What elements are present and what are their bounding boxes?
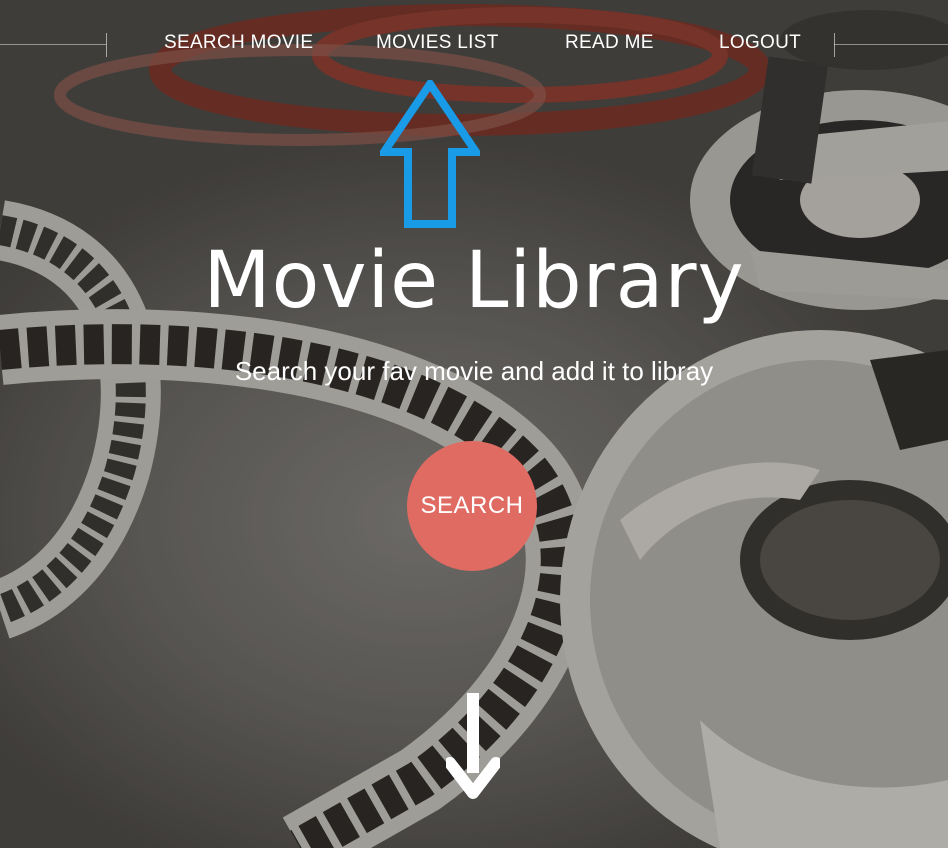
nav-item-search-movie[interactable]: SEARCH MOVIE (164, 32, 313, 54)
nav-divider-right (834, 44, 948, 45)
page-title: Movie Library (203, 236, 745, 326)
up-arrow-icon (380, 80, 480, 228)
search-button[interactable]: SEARCH (407, 441, 537, 571)
nav-divider-tick-right (834, 33, 835, 57)
page-subtitle: Search your fav movie and add it to libr… (234, 356, 714, 386)
down-arrow-icon[interactable] (446, 693, 500, 801)
nav-item-read-me[interactable]: READ ME (565, 32, 654, 54)
hero-section: SEARCH MOVIE MOVIES LIST READ ME LOGOUT … (0, 0, 948, 848)
nav-divider-tick-left (106, 33, 107, 57)
top-navigation: SEARCH MOVIE MOVIES LIST READ ME LOGOUT (0, 0, 948, 90)
nav-item-logout[interactable]: LOGOUT (719, 32, 801, 54)
nav-item-movies-list[interactable]: MOVIES LIST (376, 32, 499, 54)
nav-divider-left (0, 44, 106, 45)
